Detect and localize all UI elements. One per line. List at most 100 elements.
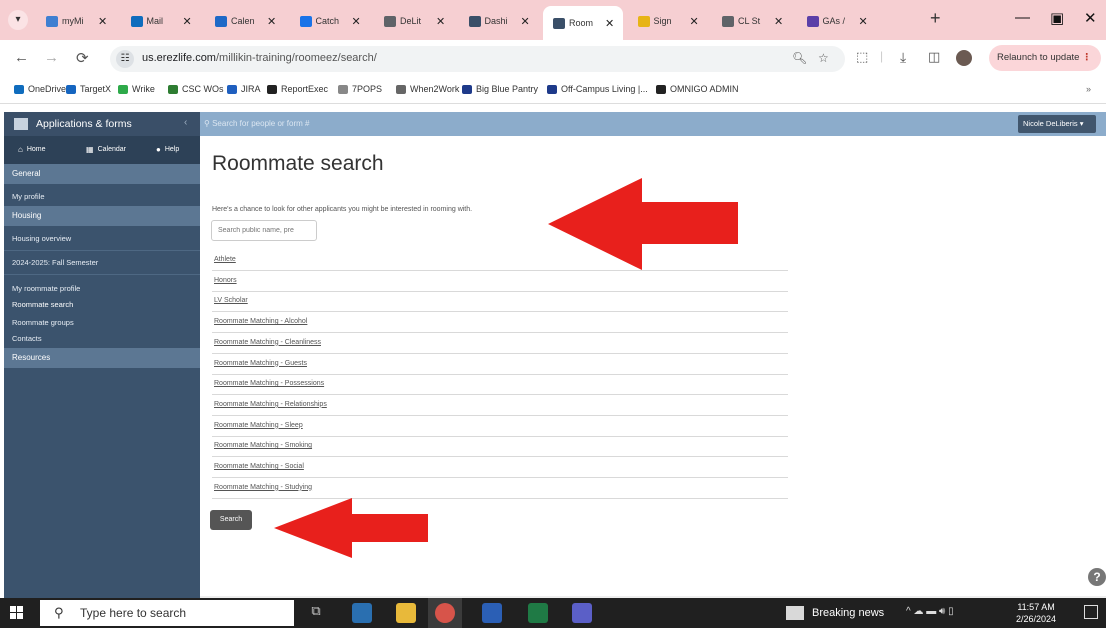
search-option-link[interactable]: Roommate Matching - Alcohol — [214, 318, 307, 325]
search-option-link[interactable]: Roommate Matching - Sleep — [214, 422, 303, 429]
app-title[interactable]: Applications & forms — [36, 118, 132, 130]
search-option-link[interactable]: Athlete — [214, 256, 236, 263]
search-option-link[interactable]: Roommate Matching - Cleanliness — [214, 339, 321, 346]
browser-tab[interactable]: DeLit ✕ — [374, 7, 454, 35]
bookmark-item[interactable]: Wrike — [118, 84, 155, 94]
close-tab-icon[interactable]: ✕ — [352, 15, 361, 28]
search-button[interactable]: Search — [210, 510, 252, 530]
sidebar-section-resources[interactable]: Resources — [4, 348, 200, 368]
new-tab-button[interactable]: + — [930, 8, 941, 29]
sidebar-item-contacts[interactable]: Contacts — [12, 334, 42, 343]
close-tab-icon[interactable]: ✕ — [859, 15, 868, 28]
sidebar-nav: ⌂ Home ▦ Calendar ● Help — [4, 136, 200, 164]
search-option-link[interactable]: Roommate Matching - Relationships — [214, 401, 327, 408]
reload-button[interactable]: ⟳ — [76, 49, 89, 67]
tab-search-button[interactable]: ▾ — [8, 10, 28, 30]
close-tab-icon[interactable]: ✕ — [436, 15, 445, 28]
extensions-icon[interactable]: ⬚ — [856, 49, 868, 65]
browser-tab[interactable]: GAs / ✕ — [797, 7, 877, 35]
sidebar-divider — [4, 274, 200, 275]
bookmark-item[interactable]: JIRA — [227, 84, 261, 94]
collapse-icon[interactable]: ‹ — [184, 117, 187, 128]
sidebar-item-roommate-groups[interactable]: Roommate groups — [12, 318, 74, 327]
sidebar-item-my-profile[interactable]: My profile — [12, 192, 45, 201]
bookmark-item[interactable]: OneDrive — [14, 84, 66, 94]
search-option-link[interactable]: Honors — [214, 277, 237, 284]
sidebar-item-housing-overview[interactable]: Housing overview — [12, 234, 71, 243]
chrome-icon[interactable] — [435, 603, 455, 623]
bookmark-item[interactable]: Off-Campus Living |... — [547, 84, 648, 94]
download-icon[interactable]: ⤓ — [900, 49, 906, 66]
tab-title: myMi — [62, 16, 84, 26]
restore-button[interactable]: ▣ — [1050, 9, 1064, 27]
help-icon[interactable]: ? — [1088, 568, 1106, 586]
relaunch-button[interactable]: Relaunch to update ⋮ — [989, 45, 1101, 71]
bookmark-item[interactable]: CSC WOs — [168, 84, 224, 94]
bookmark-item[interactable]: OMNIGO ADMIN — [656, 84, 739, 94]
bookmark-item[interactable]: When2Work — [396, 84, 459, 94]
close-window-button[interactable]: ✕ — [1084, 9, 1097, 27]
close-tab-icon[interactable]: ✕ — [267, 15, 276, 28]
zoom-icon[interactable]: 🔍︎ — [792, 51, 807, 65]
tab-title: Calen — [231, 16, 255, 26]
browser-tab[interactable]: Room ✕ — [543, 6, 623, 40]
clock[interactable]: 11:57 AM 2/26/2024 — [1016, 601, 1056, 625]
excel-icon[interactable] — [528, 603, 548, 623]
search-option-link[interactable]: Roommate Matching - Smoking — [214, 442, 312, 449]
roommate-search-input[interactable] — [211, 220, 317, 241]
bookmark-item[interactable]: TargetX — [66, 84, 111, 94]
bookmark-item[interactable]: 7POPS — [338, 84, 382, 94]
side-panel-icon[interactable]: ◫ — [928, 49, 940, 65]
file-explorer-icon[interactable] — [396, 603, 416, 623]
sidebar-item-fall-semester[interactable]: 2024-2025: Fall Semester — [12, 258, 98, 267]
minimize-button[interactable]: — — [1015, 9, 1030, 26]
sidebar-item-my-roommate-profile[interactable]: My roommate profile — [12, 284, 80, 293]
nav-home[interactable]: ⌂ Home — [18, 145, 46, 154]
back-button[interactable]: ← — [14, 49, 29, 66]
search-option-link[interactable]: Roommate Matching - Studying — [214, 484, 312, 491]
task-view-icon[interactable]: ⧉ — [306, 603, 326, 623]
address-bar[interactable]: ☷ us.erezlife.com/millikin-training/room… — [110, 46, 845, 72]
taskbar-search-input[interactable]: ⚲ Type here to search — [40, 600, 294, 626]
search-icon: ⚲ — [54, 605, 64, 620]
browser-tab[interactable]: CL St ✕ — [712, 7, 792, 35]
start-button[interactable] — [10, 606, 24, 620]
profile-avatar[interactable] — [956, 50, 972, 66]
browser-tab[interactable]: Dashi ✕ — [459, 7, 539, 35]
browser-tab[interactable]: Sign ✕ — [628, 7, 708, 35]
people-search-input[interactable]: ⚲ Search for people or form # — [204, 116, 584, 132]
browser-tab[interactable]: Catch ✕ — [290, 7, 370, 35]
more-bookmarks-icon[interactable]: » — [1086, 84, 1091, 94]
close-tab-icon[interactable]: ✕ — [605, 17, 614, 30]
browser-tab[interactable]: Mail ✕ — [121, 7, 201, 35]
bookmark-item[interactable]: ReportExec — [267, 84, 328, 94]
bookmark-item[interactable]: Big Blue Pantry — [462, 84, 538, 94]
search-option-link[interactable]: Roommate Matching - Guests — [214, 360, 307, 367]
sidebar-item-roommate-search[interactable]: Roommate search — [12, 300, 73, 309]
sidebar-section-housing[interactable]: Housing — [4, 206, 200, 226]
close-tab-icon[interactable]: ✕ — [690, 15, 699, 28]
notification-icon[interactable] — [1084, 605, 1098, 619]
nav-calendar[interactable]: ▦ Calendar — [86, 145, 126, 154]
close-tab-icon[interactable]: ✕ — [774, 15, 783, 28]
site-info-icon[interactable]: ☷ — [116, 50, 134, 68]
search-option-link[interactable]: Roommate Matching - Possessions — [214, 380, 324, 387]
nav-help[interactable]: ● Help — [156, 145, 179, 154]
search-option-link[interactable]: LV Scholar — [214, 297, 248, 304]
browser-tab[interactable]: Calen ✕ — [205, 7, 285, 35]
app-icon[interactable] — [352, 603, 372, 623]
sidebar-section-general[interactable]: General — [4, 164, 200, 184]
close-tab-icon[interactable]: ✕ — [98, 15, 107, 28]
bookmark-star-icon[interactable]: ☆ — [818, 51, 829, 65]
teams-icon[interactable] — [572, 603, 592, 623]
user-menu-button[interactable]: Nicole DeLiberis ▾ — [1018, 115, 1096, 133]
system-tray[interactable]: ^ ☁ ▬ 🔊︎ ▯ — [906, 606, 954, 617]
news-widget[interactable]: Breaking news — [786, 606, 884, 620]
forward-button[interactable]: → — [44, 49, 59, 66]
browser-tab[interactable]: myMi ✕ — [36, 7, 116, 35]
close-tab-icon[interactable]: ✕ — [521, 15, 530, 28]
word-icon[interactable] — [482, 603, 502, 623]
app-header-brand: Applications & forms ‹ — [4, 112, 200, 136]
search-option-link[interactable]: Roommate Matching - Social — [214, 463, 304, 470]
close-tab-icon[interactable]: ✕ — [183, 15, 192, 28]
